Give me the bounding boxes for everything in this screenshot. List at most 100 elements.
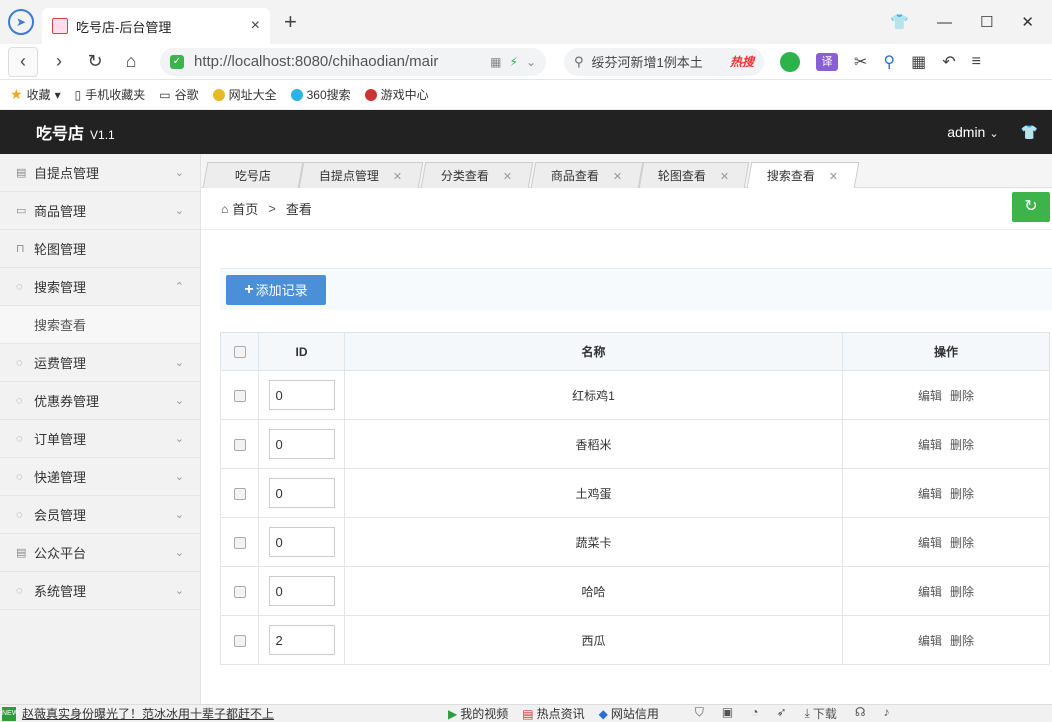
sound-icon[interactable]: ♪ <box>884 705 890 722</box>
delete-link[interactable]: 删除 <box>950 634 974 648</box>
edit-link[interactable]: 编辑 <box>918 487 942 501</box>
row-checkbox[interactable] <box>233 438 246 451</box>
row-checkbox[interactable] <box>233 634 246 647</box>
bookmark-games[interactable]: 游戏中心 <box>364 86 429 103</box>
delete-link[interactable]: 删除 <box>950 438 974 452</box>
bookmark-nav[interactable]: 网址大全 <box>212 86 277 103</box>
search-box[interactable]: ⚲ 绥芬河新增1例本土 热搜 <box>564 47 764 76</box>
tab-pickup[interactable]: 自提点管理 ✕ <box>298 162 424 188</box>
delete-link[interactable]: 删除 <box>950 487 974 501</box>
reload-icon[interactable]: ↻ <box>80 47 110 77</box>
my-video-link[interactable]: ▶ 我的视频 <box>448 705 508 722</box>
edit-link[interactable]: 编辑 <box>918 438 942 452</box>
news-link[interactable]: 赵薇真实身份曝光了！范冰冰用十辈子都赶不上 <box>22 705 278 722</box>
maximize-icon[interactable]: ☐ <box>980 13 993 31</box>
headset-icon[interactable]: ☊ <box>855 705 866 722</box>
sidebar-item-pickup[interactable]: ▤ 自提点管理 ⌄ <box>0 154 200 192</box>
delete-link[interactable]: 删除 <box>950 389 974 403</box>
theme-shirt-icon[interactable]: 👕 <box>1021 124 1038 141</box>
magnifier-icon[interactable]: ⚲ <box>883 52 895 72</box>
edit-link[interactable]: 编辑 <box>918 536 942 550</box>
undo-icon[interactable]: ↶ <box>942 52 955 72</box>
url-text[interactable]: http://localhost:8080/chihaodian/mair <box>194 53 482 70</box>
close-icon[interactable]: ✕ <box>613 171 622 183</box>
user-menu[interactable]: admin ⌄ <box>947 124 998 140</box>
back-button[interactable]: ‹ <box>8 46 38 77</box>
edit-link[interactable]: 编辑 <box>918 634 942 648</box>
qr-icon[interactable]: ▦ <box>490 55 501 69</box>
sidebar-item-express[interactable]: ◌ 快递管理 ⌄ <box>0 458 200 496</box>
select-all-checkbox[interactable] <box>233 346 246 359</box>
refresh-button[interactable]: ↻ <box>1012 192 1050 222</box>
edit-link[interactable]: 编辑 <box>918 585 942 599</box>
add-record-button[interactable]: + 添加记录 <box>226 274 326 305</box>
close-icon[interactable]: ✕ <box>503 171 512 183</box>
table-row: 哈哈 编辑删除 <box>220 566 1050 616</box>
sidebar-item-search-view[interactable]: 搜索查看 <box>0 306 200 344</box>
sidebar-item-public[interactable]: ▤ 公众平台 ⌄ <box>0 534 200 572</box>
tab-goods[interactable]: 商品查看 ✕ <box>530 162 644 188</box>
id-input[interactable] <box>268 576 335 606</box>
bookmark-favorites[interactable]: ★ 收藏 ▾ <box>10 86 61 103</box>
apps-grid-icon[interactable]: ▦ <box>911 52 926 72</box>
row-checkbox[interactable] <box>233 389 246 402</box>
sidebar-item-carousel[interactable]: ⊓ 轮图管理 <box>0 230 200 268</box>
close-window-icon[interactable]: ✕ <box>1021 13 1034 31</box>
tab-close-icon[interactable]: × <box>251 17 260 35</box>
tab-category[interactable]: 分类查看 ✕ <box>420 162 534 188</box>
delete-link[interactable]: 删除 <box>950 585 974 599</box>
search-query[interactable]: 绥芬河新增1例本土 <box>592 52 730 71</box>
menu-icon[interactable]: ≡ <box>972 53 981 71</box>
download-link[interactable]: ⤓ 下载 <box>805 705 837 722</box>
scissors-icon[interactable]: ✂ <box>854 52 867 72</box>
browser-logo-icon[interactable]: ➤ <box>8 9 34 35</box>
lightning-icon[interactable]: ⚡ <box>510 55 518 69</box>
sidebar-item-freight[interactable]: ◌ 运费管理 ⌄ <box>0 344 200 382</box>
bookmark-mobile[interactable]: ▯ 手机收藏夹 <box>75 86 146 103</box>
id-input[interactable] <box>268 429 335 459</box>
new-tab-button[interactable]: + <box>284 9 297 35</box>
rocket-icon[interactable]: ➶ <box>776 705 786 722</box>
tab-carousel[interactable]: 轮图查看 ✕ <box>638 162 750 188</box>
delete-link[interactable]: 删除 <box>950 536 974 550</box>
sidebar-item-coupon[interactable]: ◌ 优惠券管理 ⌄ <box>0 382 200 420</box>
close-icon[interactable]: ✕ <box>720 171 729 183</box>
browser-tab[interactable]: 吃号店-后台管理 × <box>42 8 270 44</box>
bookmark-google[interactable]: ▭ 谷歌 <box>159 86 198 103</box>
row-checkbox[interactable] <box>233 585 246 598</box>
edit-link[interactable]: 编辑 <box>918 389 942 403</box>
minimize-icon[interactable]: — <box>937 14 952 31</box>
sidebar-item-goods[interactable]: ▭ 商品管理 ⌄ <box>0 192 200 230</box>
shirt-icon[interactable]: 👕 <box>890 13 909 31</box>
forward-button[interactable]: › <box>44 47 74 77</box>
id-input[interactable] <box>268 527 335 557</box>
row-checkbox[interactable] <box>233 536 246 549</box>
chevron-down-icon[interactable]: ⌄ <box>526 55 536 69</box>
close-icon[interactable]: ✕ <box>829 171 838 183</box>
tab-search-view[interactable]: 搜索查看 ✕ <box>746 162 860 188</box>
breadcrumb-home[interactable]: 首页 <box>232 199 258 218</box>
shield-icon[interactable]: ⛉ <box>695 705 704 722</box>
extension-green-icon[interactable] <box>780 51 800 72</box>
sidebar-item-orders[interactable]: ◌ 订单管理 ⌄ <box>0 420 200 458</box>
sidebar-item-system[interactable]: ◌ 系统管理 ⌄ <box>0 572 200 610</box>
speed-icon[interactable]: ◔ <box>751 705 758 722</box>
hot-search-tag[interactable]: 热搜 <box>730 53 754 70</box>
row-checkbox[interactable] <box>233 487 246 500</box>
app-version: V1.1 <box>90 128 115 142</box>
id-input[interactable] <box>268 625 335 655</box>
home-button-icon[interactable]: ⌂ <box>116 47 146 77</box>
bookmark-360[interactable]: 360搜索 <box>290 86 351 103</box>
address-bar[interactable]: ✓ http://localhost:8080/chihaodian/mair … <box>160 47 546 76</box>
drop-icon: ◆ <box>598 706 608 721</box>
id-input[interactable] <box>268 478 335 508</box>
close-icon[interactable]: ✕ <box>393 171 402 183</box>
sidebar-item-members[interactable]: ◌ 会员管理 ⌄ <box>0 496 200 534</box>
site-credit-link[interactable]: ◆ 网站信用 <box>599 705 659 722</box>
hot-news-link[interactable]: ▤ 热点资讯 <box>522 705 584 722</box>
tab-home[interactable]: 吃号店 <box>202 162 304 188</box>
id-input[interactable] <box>268 380 335 410</box>
image-icon[interactable]: ▣ <box>722 705 733 722</box>
translate-icon[interactable]: 译 <box>816 52 838 71</box>
sidebar-item-search[interactable]: ◌ 搜索管理 ⌃ <box>0 268 200 306</box>
